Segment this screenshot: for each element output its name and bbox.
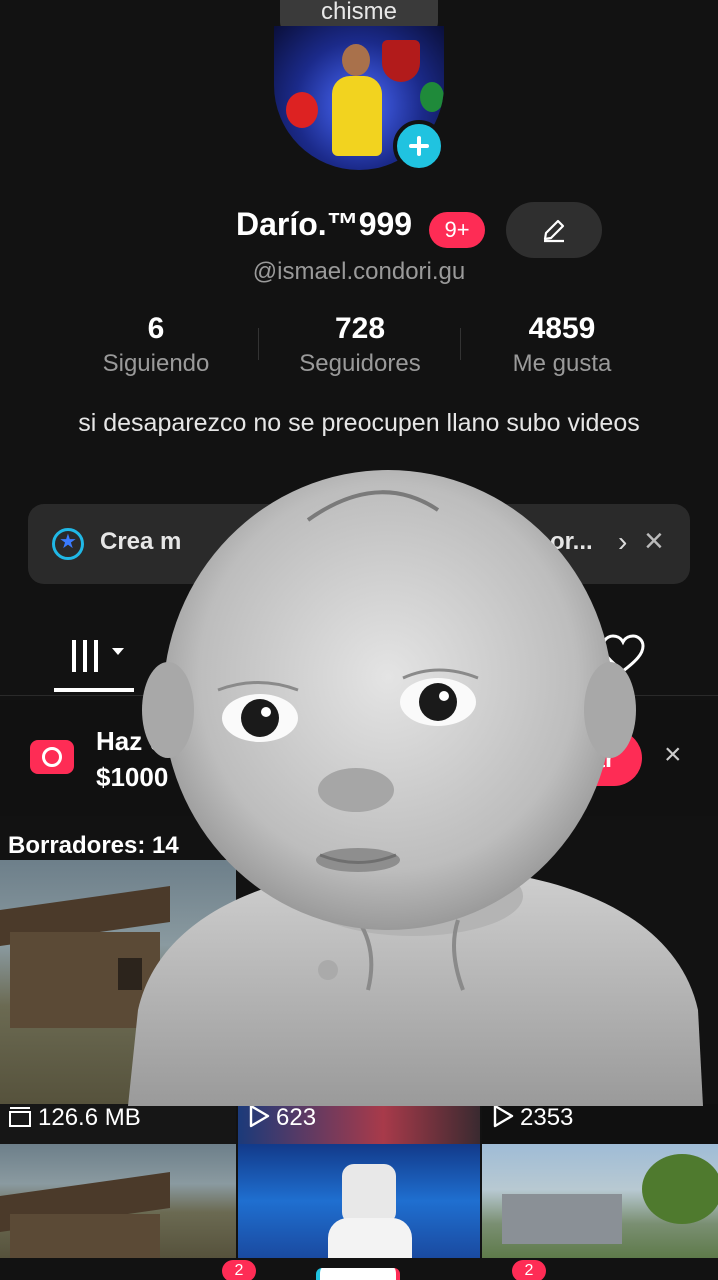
edit-profile-button[interactable]	[506, 202, 602, 258]
display-name: Darío.™999	[236, 206, 413, 242]
thumbnail-graphic	[642, 1154, 718, 1224]
video-tile[interactable]	[0, 1144, 236, 1258]
crest-graphic	[286, 92, 318, 128]
grid-label-text: 126.6 MB	[38, 1104, 141, 1131]
divider	[258, 328, 259, 360]
star-icon	[52, 528, 84, 560]
inbox-badge: 2	[222, 1260, 256, 1280]
stat-label: Seguidores	[299, 350, 421, 377]
crest-graphic	[420, 82, 444, 112]
avatar-figure-head	[342, 44, 370, 76]
divider	[480, 1104, 482, 1260]
storage-size-label: 126.6 MB	[8, 1104, 141, 1132]
stat-followers[interactable]: 728 Seguidores	[270, 312, 450, 378]
bottom-nav: 2 2	[0, 1258, 718, 1280]
username-handle: @ismael.condori.gu	[252, 258, 466, 285]
thumbnail-graphic	[328, 1218, 412, 1258]
view-count: 2353	[492, 1104, 573, 1132]
play-icon	[249, 1104, 270, 1128]
grid-label-text: 2353	[520, 1104, 574, 1131]
notification-badge[interactable]: 9+	[429, 212, 485, 248]
thumbnail-graphic	[10, 1214, 160, 1258]
baby-face-overlay	[128, 470, 703, 1106]
create-video-button[interactable]	[316, 1268, 400, 1280]
stat-value: 728	[334, 312, 386, 345]
stat-value: 4859	[528, 312, 596, 345]
add-story-button[interactable]	[393, 120, 445, 172]
avatar-figure	[332, 76, 382, 156]
grid-label-text: 623	[276, 1104, 317, 1131]
box-icon	[9, 1107, 31, 1127]
stat-label: Me gusta	[512, 350, 612, 377]
stat-likes[interactable]: 4859 Me gusta	[472, 312, 652, 378]
stat-label: Siguiendo	[102, 350, 210, 377]
divider	[236, 1104, 238, 1260]
stat-value: 6	[147, 312, 165, 345]
camera-icon	[30, 740, 74, 774]
thumbnail-graphic	[502, 1194, 622, 1244]
divider	[460, 328, 461, 360]
inbox-badge: 2	[512, 1260, 546, 1280]
thumbnail-graphic	[342, 1164, 396, 1224]
video-tile[interactable]	[238, 1144, 480, 1258]
play-icon	[493, 1104, 514, 1128]
crest-graphic	[382, 40, 420, 82]
view-count: 623	[248, 1104, 316, 1132]
grid-icon	[72, 640, 102, 672]
pencil-icon	[543, 219, 565, 243]
stat-following[interactable]: 6 Siguiendo	[66, 312, 246, 378]
video-tile[interactable]	[482, 1144, 718, 1258]
